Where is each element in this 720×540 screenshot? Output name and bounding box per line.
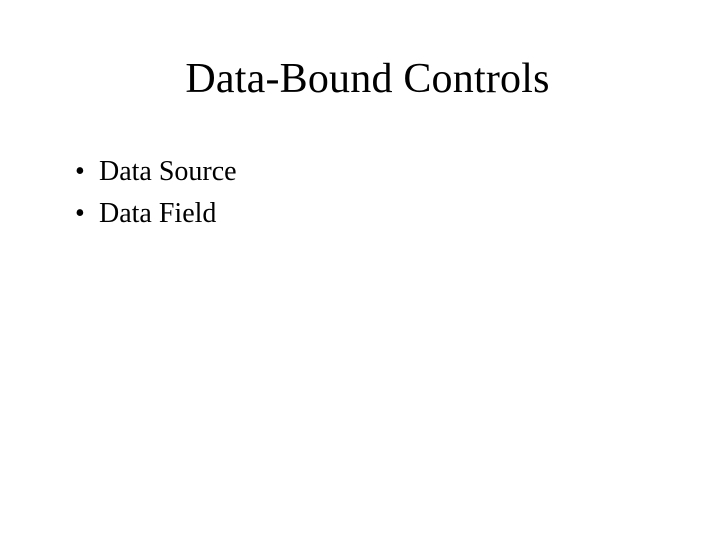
bullet-text: Data Source [99, 156, 237, 187]
list-item: Data Source [75, 153, 660, 191]
slide-title: Data-Bound Controls [75, 55, 660, 103]
list-item: Data Field [75, 195, 660, 233]
bullet-text: Data Field [99, 198, 216, 229]
bullet-list: Data Source Data Field [75, 153, 660, 233]
slide: Data-Bound Controls Data Source Data Fie… [0, 0, 720, 540]
